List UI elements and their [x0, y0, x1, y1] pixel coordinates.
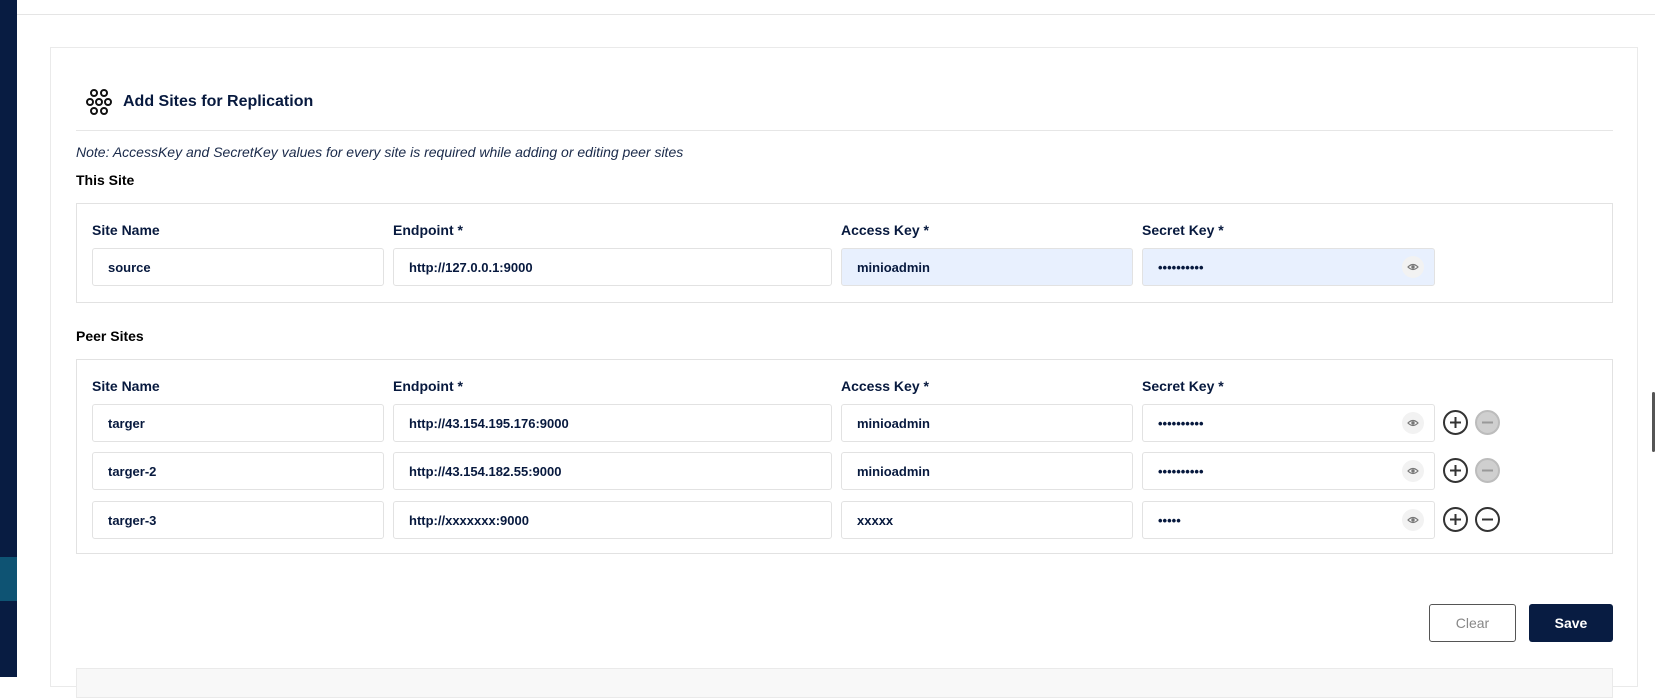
add-row-button[interactable]	[1443, 410, 1468, 435]
endpoint-label: Endpoint *	[393, 222, 463, 238]
eye-icon[interactable]	[1402, 509, 1424, 531]
peer-site-name-input[interactable]: targer	[92, 404, 384, 442]
next-section-strip	[76, 668, 1613, 698]
this-site-endpoint-input[interactable]: http://127.0.0.1:9000	[393, 248, 832, 286]
sidebar-active-item[interactable]	[0, 557, 17, 601]
endpoint-label: Endpoint *	[393, 378, 463, 394]
secret-key-label: Secret Key *	[1142, 378, 1224, 394]
plus-circle-icon	[1450, 417, 1461, 428]
topbar-divider	[17, 14, 1655, 15]
this-site-access-key-input[interactable]: minioadmin	[841, 248, 1133, 286]
this-site-section: Site Name Endpoint * Access Key * Secret…	[76, 203, 1613, 303]
requirement-note: Note: AccessKey and SecretKey values for…	[76, 144, 684, 160]
peer-access-key-input[interactable]: minioadmin	[841, 452, 1133, 490]
peer-site-name-input[interactable]: targer-3	[92, 501, 384, 539]
site-name-label: Site Name	[92, 378, 160, 394]
remove-row-button[interactable]	[1475, 458, 1500, 483]
peer-access-key-input[interactable]: xxxxx	[841, 501, 1133, 539]
clear-button[interactable]: Clear	[1429, 604, 1516, 642]
this-site-title: This Site	[76, 172, 135, 188]
eye-icon[interactable]	[1402, 460, 1424, 482]
minus-circle-icon	[1482, 421, 1493, 424]
card-header: Add Sites for Replication	[85, 88, 313, 116]
eye-icon[interactable]	[1402, 412, 1424, 434]
add-row-button[interactable]	[1443, 507, 1468, 532]
peer-endpoint-input[interactable]: http://xxxxxxx:9000	[393, 501, 832, 539]
eye-icon[interactable]	[1402, 256, 1424, 278]
remove-row-button[interactable]	[1475, 410, 1500, 435]
this-site-secret-key-input[interactable]: ••••••••••	[1142, 248, 1435, 286]
secret-key-label: Secret Key *	[1142, 222, 1224, 238]
this-site-name-input[interactable]: source	[92, 248, 384, 286]
peer-endpoint-input[interactable]: http://43.154.182.55:9000	[393, 452, 832, 490]
remove-row-button[interactable]	[1475, 507, 1500, 532]
peer-secret-key-input[interactable]: •••••	[1142, 501, 1435, 539]
minus-circle-icon	[1482, 469, 1493, 472]
peer-site-name-input[interactable]: targer-2	[92, 452, 384, 490]
save-button[interactable]: Save	[1529, 604, 1613, 642]
peer-access-key-input[interactable]: minioadmin	[841, 404, 1133, 442]
access-key-label: Access Key *	[841, 222, 929, 238]
page-title: Add Sites for Replication	[123, 93, 314, 110]
header-divider	[76, 130, 1613, 131]
plus-circle-icon	[1450, 465, 1461, 476]
access-key-label: Access Key *	[841, 378, 929, 394]
peer-sites-title: Peer Sites	[76, 328, 144, 344]
peer-sites-section: Site Name Endpoint * Access Key * Secret…	[76, 359, 1613, 554]
minus-circle-icon	[1482, 518, 1493, 521]
peer-secret-key-input[interactable]: ••••••••••	[1142, 452, 1435, 490]
replication-form-card: Add Sites for Replication Note: AccessKe…	[50, 47, 1638, 698]
add-row-button[interactable]	[1443, 458, 1468, 483]
plus-circle-icon	[1450, 514, 1461, 525]
site-name-label: Site Name	[92, 222, 160, 238]
peer-endpoint-input[interactable]: http://43.154.195.176:9000	[393, 404, 832, 442]
peer-secret-key-input[interactable]: ••••••••••	[1142, 404, 1435, 442]
cluster-icon	[85, 88, 113, 116]
